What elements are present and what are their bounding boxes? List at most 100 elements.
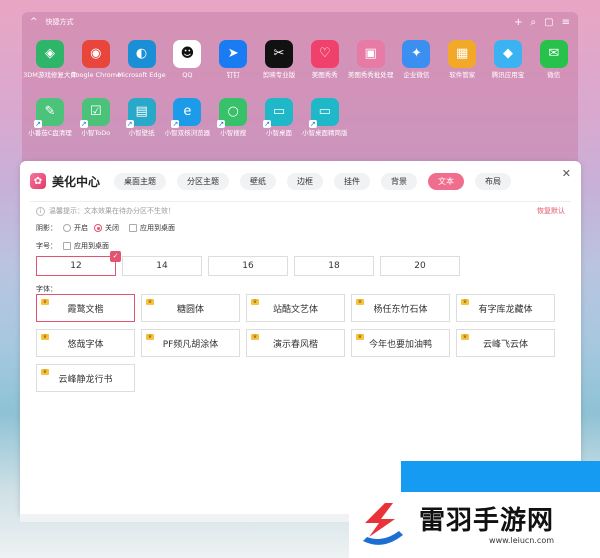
wecom-icon: ✦ (402, 40, 431, 68)
font-size-value: 12 (70, 261, 82, 271)
beautify-logo-icon: ✿ (30, 173, 46, 189)
font-name: 有字库龙藏体 (478, 304, 533, 315)
tab-3[interactable]: 边框 (287, 172, 324, 190)
font-option[interactable]: ♛ 云峰飞云体 (456, 329, 555, 357)
vip-crown-icon: ♛ (461, 299, 469, 305)
font-name: 云峰静龙行书 (58, 374, 113, 385)
font-option[interactable]: ♛ 糖圆体 (141, 294, 240, 322)
desktop-fence: ^ 快捷方式 + ⌕ ▢ ≡ ◈ 3DM游戏修复大师 ◉ Google Chrome ◐… (22, 12, 578, 164)
watermark-url: www.leiucn.com (489, 535, 555, 545)
dingtalk-icon: ➤ (219, 40, 248, 68)
shortcut-arrow-icon: ↗ (171, 120, 180, 128)
shadow-apply-desktop-label: 应用到桌面 (140, 224, 175, 232)
font-name: 霞鹜文楷 (67, 304, 104, 315)
size-apply-desktop-label: 应用到桌面 (74, 242, 109, 250)
header-divider (30, 201, 571, 202)
menu-icon[interactable]: ≡ (562, 17, 570, 28)
font-size-option[interactable]: 16 (208, 256, 288, 276)
vip-crown-icon: ♛ (356, 334, 364, 340)
broom-icon: ✎ ↗ (34, 98, 64, 128)
font-option[interactable]: ♛ 悠哉字体 (36, 329, 135, 357)
fence-titlebar: ^ 快捷方式 + ⌕ ▢ ≡ (22, 12, 578, 32)
font-name: 今年也要加油鸭 (368, 339, 432, 350)
vip-crown-icon: ♛ (146, 334, 154, 340)
size-row: 字号： 应用到桌面 (36, 241, 109, 251)
shortcut-arrow-icon: ↗ (79, 120, 88, 128)
shortcut-label: 微信 (547, 71, 561, 79)
font-option[interactable]: ♛ 演示春风楷 (246, 329, 345, 357)
shortcut-label: 小智桌面精简版 (302, 129, 348, 137)
font-option[interactable]: ♛ 今年也要加油鸭 (351, 329, 450, 357)
vip-crown-icon: ♛ (251, 299, 259, 305)
font-option[interactable]: ♛ 站酷文艺体 (246, 294, 345, 322)
font-option[interactable]: ♛ 霞鹜文楷 (36, 294, 135, 322)
font-size-option[interactable]: 12 ✓ (36, 251, 121, 276)
panel-title: 美化中心 (52, 174, 101, 189)
tab-7[interactable]: 布局 (475, 172, 512, 190)
font-size-value: 20 (414, 261, 426, 271)
search-ring-icon: ○ ↗ (217, 98, 248, 128)
selected-check-icon: ✓ (110, 251, 121, 262)
search-icon[interactable]: ⌕ (531, 17, 537, 28)
shortcut-arrow-icon: ↗ (308, 120, 317, 128)
font-option[interactable]: ♛ 有字库龙藏体 (456, 294, 555, 322)
shortcut-arrow-icon: ↗ (263, 120, 271, 128)
font-name: 演示春风楷 (272, 339, 318, 350)
font-name: 糖圆体 (176, 304, 204, 315)
font-option[interactable]: ♛ 云峰静龙行书 (36, 364, 135, 392)
font-size-option[interactable]: 18 (294, 256, 374, 276)
desktop-icon: ▭ ↗ (263, 98, 293, 128)
font-label: 字体： (36, 285, 57, 293)
font-size-option[interactable]: 14 (122, 256, 202, 276)
vip-crown-icon: ♛ (356, 299, 364, 305)
size-apply-desktop-checkbox[interactable] (63, 242, 71, 250)
leiyu-logo-icon (355, 497, 411, 553)
watermark: 雷羽手游网 www.leiucn.com (349, 492, 600, 558)
penguin-icon: ☻ (173, 40, 202, 68)
font-size-options: 12 ✓ 14 16 18 20 (36, 251, 460, 276)
chrome-icon: ◉ (81, 40, 110, 68)
panel-header: ✿ 美化中心 桌面主题 分区主题 壁纸 边框 挂件 背景 文本 布局 (20, 161, 581, 201)
appstore-icon: ◆ (494, 40, 522, 68)
tab-6[interactable]: 文本 (428, 172, 465, 190)
browser-icon: e ↗ (171, 98, 202, 128)
desktop-lite-icon: ▭ ↗ (308, 98, 339, 128)
vip-crown-icon: ♛ (251, 334, 259, 340)
shadow-off-radio[interactable] (94, 224, 102, 232)
close-icon[interactable]: ✕ (562, 167, 571, 180)
add-icon[interactable]: + (514, 17, 522, 28)
size-label: 字号： (36, 242, 57, 250)
info-icon: i (36, 206, 45, 216)
meitu-batch-icon: ▣ (356, 40, 385, 68)
shortcut-arrow-icon: ↗ (217, 120, 226, 128)
capcut-icon: ✂ (265, 40, 293, 68)
font-options: ♛ 霞鹜文楷 ♛ 糖圆体 ♛ 站酷文艺体 ♛ 杨任东竹石体 ♛ 有字库龙藏体 ♛ 悠哉字体 ♛ PF频凡胡… (36, 294, 561, 392)
shadow-row: 阴影： 开启 关闭 应用到桌面 (36, 223, 175, 233)
tab-4[interactable]: 挂件 (334, 172, 371, 190)
vip-crown-icon: ♛ (41, 369, 49, 375)
skin-icon[interactable]: ▢ (544, 17, 553, 28)
meitu-icon: ♡ (310, 40, 339, 68)
shortcut-wechat[interactable]: ✉ 微信 (526, 40, 582, 80)
tab-2[interactable]: 壁纸 (240, 172, 277, 190)
tip-row: i 温馨提示：文本效果在待办分区不生效！ 恢复默认 (36, 206, 565, 216)
vip-crown-icon: ♛ (41, 299, 49, 305)
vip-crown-icon: ♛ (146, 299, 154, 305)
shortcut-desktop-lite[interactable]: ▭ ↗ 小智桌面精简版 (297, 98, 353, 138)
tab-5[interactable]: 背景 (381, 172, 418, 190)
tip-text: 温馨提示：文本效果在待办分区不生效！ (49, 207, 175, 215)
font-name: 云峰飞云体 (482, 339, 528, 350)
tab-0[interactable]: 桌面主题 (114, 172, 167, 190)
vip-crown-icon: ♛ (41, 334, 49, 340)
restore-default-link[interactable]: 恢复默认 (537, 206, 565, 216)
shadow-apply-desktop-checkbox[interactable] (129, 224, 137, 232)
font-size-option[interactable]: 20 (380, 256, 460, 276)
font-option[interactable]: ♛ 杨任东竹石体 (351, 294, 450, 322)
font-option[interactable]: ♛ PF频凡胡涂体 (141, 329, 240, 357)
shadow-on-radio[interactable] (63, 224, 71, 232)
tab-1[interactable]: 分区主题 (177, 172, 230, 190)
font-size-value: 16 (242, 261, 254, 271)
collapse-icon[interactable]: ^ (30, 17, 38, 27)
edge-icon: ◐ (127, 40, 156, 68)
font-name: PF频凡胡涂体 (162, 339, 219, 350)
